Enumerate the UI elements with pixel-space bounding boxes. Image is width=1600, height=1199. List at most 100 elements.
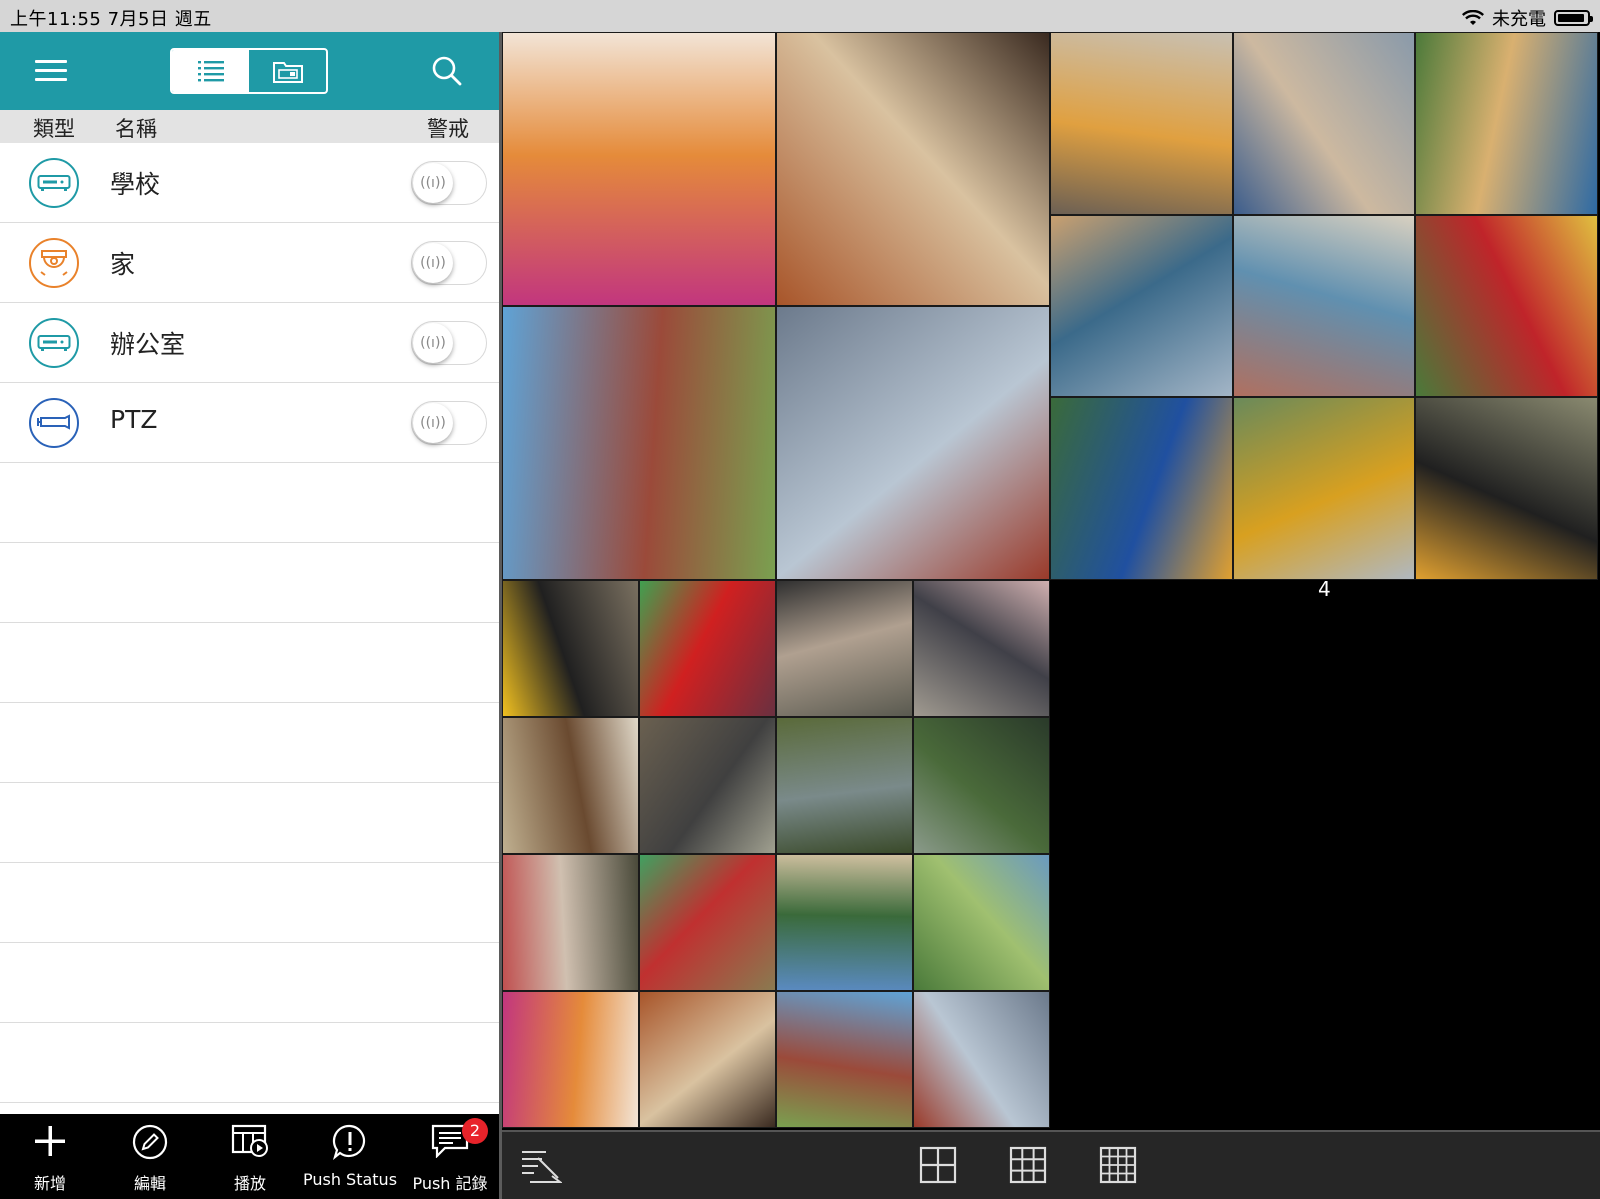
camera-feed[interactable]: [1415, 397, 1599, 581]
camera-feed[interactable]: [639, 580, 776, 717]
top-navigation-bar: [0, 32, 499, 110]
grid-4x4-icon[interactable]: [1099, 1146, 1137, 1184]
camera-feed[interactable]: [639, 991, 776, 1128]
push-status-button[interactable]: Push Status: [300, 1114, 400, 1199]
camera-feed[interactable]: [1415, 214, 1599, 398]
alarm-icon: ((ı)): [413, 403, 453, 443]
empty-row: [0, 543, 499, 623]
pencil-icon: [132, 1124, 168, 1160]
camera-feed[interactable]: [639, 717, 776, 854]
camera-feed[interactable]: [913, 717, 1050, 854]
empty-channel-number: 4: [1318, 577, 1331, 601]
camera-feed[interactable]: [639, 854, 776, 991]
tab-label: 編輯: [133, 1174, 166, 1193]
camera-feed[interactable]: [1050, 214, 1233, 398]
alarm-icon: ((ı)): [413, 163, 453, 203]
add-device-button[interactable]: 新增: [0, 1114, 100, 1199]
notification-badge: 2: [462, 1118, 488, 1144]
bottom-tab-bar: 新增 編輯 播放 Push Status 2 Push 記錄: [0, 1114, 499, 1199]
tab-label: 新增: [33, 1174, 66, 1193]
alarm-toggle[interactable]: ((ı)): [411, 401, 487, 445]
alarm-toggle[interactable]: ((ı)): [411, 241, 487, 285]
camera-feed[interactable]: [776, 717, 913, 854]
alarm-toggle[interactable]: ((ı)): [411, 321, 487, 365]
playback-icon: [231, 1124, 268, 1157]
device-name: 學校: [110, 170, 161, 199]
layout-toolbar: [502, 1130, 1600, 1199]
device-name: 辦公室: [110, 330, 186, 359]
menu-icon[interactable]: [35, 60, 67, 82]
alarm-icon: ((ı)): [413, 243, 453, 283]
camera-feed[interactable]: [776, 306, 1050, 580]
device-name: 家: [110, 250, 136, 279]
nvr-icon: [29, 158, 79, 208]
device-list: 學校 ((ı)) 家 ((ı)) 辦公室 ((ı)) PTZ ((ı)): [0, 143, 499, 1103]
alarm-icon: ((ı)): [413, 323, 453, 363]
camera-feed[interactable]: [502, 306, 776, 580]
tab-label: 播放: [233, 1174, 266, 1193]
alarm-toggle[interactable]: ((ı)): [411, 161, 487, 205]
column-type: 類型: [33, 117, 75, 141]
camera-feed[interactable]: [913, 580, 1050, 717]
video-wall: 4: [502, 32, 1600, 1130]
status-time-date: 上午11:55 7月5日 週五: [10, 9, 212, 30]
device-row[interactable]: 辦公室 ((ı)): [0, 303, 499, 383]
list-view-tab[interactable]: [172, 50, 249, 92]
camera-feed[interactable]: [776, 991, 913, 1128]
camera-feed[interactable]: [1232, 32, 1416, 215]
search-icon[interactable]: [432, 56, 462, 86]
status-right: 未充電: [1462, 5, 1593, 31]
device-row[interactable]: 學校 ((ı)): [0, 143, 499, 223]
camera-feed[interactable]: [1415, 32, 1599, 215]
charging-status: 未充電: [1492, 9, 1546, 30]
device-list-panel: 類型 名稱 警戒 學校 ((ı)) 家 ((ı)) 辦公室 ((ı)) PTZ …: [0, 32, 499, 1114]
wifi-icon: [1462, 10, 1484, 25]
nvr-icon: [29, 318, 79, 368]
grid-2x2-icon[interactable]: [919, 1146, 957, 1184]
camera-feed[interactable]: [913, 991, 1050, 1128]
camera-feed[interactable]: [502, 854, 639, 991]
camera-feed[interactable]: [1050, 32, 1233, 215]
camera-feed[interactable]: [502, 32, 776, 306]
playback-button[interactable]: 播放: [200, 1114, 300, 1199]
tab-label: Push 記錄: [412, 1174, 488, 1193]
empty-row: [0, 943, 499, 1023]
camera-feed[interactable]: [1232, 397, 1416, 581]
view-mode-segmented-control[interactable]: [170, 48, 328, 94]
column-name: 名稱: [115, 117, 157, 141]
list-icon: [197, 61, 224, 82]
camera-feed[interactable]: [502, 580, 639, 717]
fisheye-camera-icon: [29, 238, 79, 288]
camera-feed[interactable]: [1232, 214, 1416, 398]
push-log-button[interactable]: 2 Push 記錄: [400, 1114, 500, 1199]
empty-row: [0, 463, 499, 543]
sequence-list-icon[interactable]: [520, 1148, 562, 1186]
edit-button[interactable]: 編輯: [100, 1114, 200, 1199]
empty-row: [0, 783, 499, 863]
empty-row: [0, 623, 499, 703]
camera-feed[interactable]: [1050, 397, 1233, 581]
tab-label: Push Status: [302, 1170, 398, 1189]
status-bar: 上午11:55 7月5日 週五 未充電: [0, 0, 1600, 32]
camera-feed[interactable]: [502, 991, 639, 1128]
list-column-header: 類型 名稱 警戒: [0, 110, 499, 143]
camera-feed[interactable]: [913, 854, 1050, 991]
grid-3x3-icon[interactable]: [1009, 1146, 1047, 1184]
battery-icon: [1554, 10, 1593, 26]
device-row[interactable]: PTZ ((ı)): [0, 383, 499, 463]
camera-feed[interactable]: [776, 32, 1050, 306]
camera-feed[interactable]: [776, 580, 913, 717]
plus-icon: [35, 1126, 65, 1156]
alert-icon: [332, 1124, 366, 1160]
device-row[interactable]: 家 ((ı)): [0, 223, 499, 303]
folder-icon: [272, 62, 303, 83]
device-name: PTZ: [110, 405, 158, 434]
empty-row: [0, 1023, 499, 1103]
column-alarm: 警戒: [427, 117, 469, 141]
empty-row: [0, 863, 499, 943]
folder-view-tab[interactable]: [249, 50, 326, 92]
camera-feed[interactable]: [502, 717, 639, 854]
empty-row: [0, 703, 499, 783]
camera-feed[interactable]: [776, 854, 913, 991]
ptz-camera-icon: [29, 398, 79, 448]
